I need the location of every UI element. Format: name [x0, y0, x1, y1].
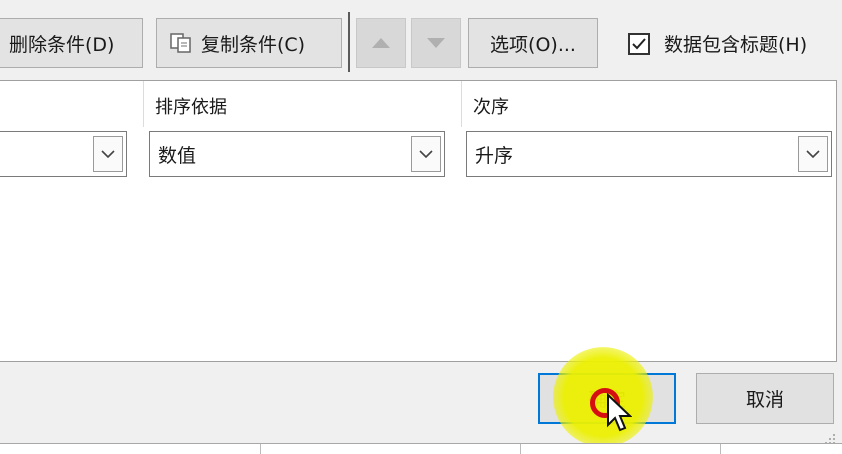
delete-condition-button[interactable]: 删除条件(D) — [0, 18, 143, 68]
mouse-pointer-icon — [607, 393, 632, 432]
sort-basis-header: 排序依据 — [155, 97, 227, 118]
sort-basis-dropdown[interactable] — [411, 136, 441, 172]
options-label: 选项(O)... — [490, 33, 576, 56]
cancel-button[interactable]: 取消 — [696, 373, 834, 424]
sort-basis-value: 数值 — [158, 145, 197, 167]
options-button[interactable]: 选项(O)... — [468, 18, 598, 68]
arrow-down-icon — [427, 38, 445, 48]
copy-condition-button[interactable]: 复制条件(C) — [156, 18, 342, 68]
has-headers-label: 数据包含标题(H) — [664, 34, 808, 56]
chevron-down-icon — [806, 150, 820, 158]
sort-toolbar: 删除条件(D) 复制条件(C) 选项(O)... 数据包含标题(H) — [0, 0, 842, 78]
has-headers-checkbox[interactable] — [628, 32, 650, 55]
column-divider — [143, 81, 144, 127]
sort-column-dropdown[interactable] — [93, 136, 123, 172]
order-header: 次序 — [473, 97, 509, 118]
checkmark-icon — [632, 37, 646, 49]
chevron-down-icon — [419, 150, 433, 158]
copy-condition-label: 复制条件(C) — [201, 33, 306, 56]
order-dropdown[interactable] — [798, 136, 828, 172]
sort-basis-select[interactable]: 数值 — [149, 131, 445, 177]
move-up-button[interactable] — [356, 18, 406, 68]
chevron-down-icon — [101, 150, 115, 158]
has-headers-checkbox-row[interactable]: 数据包含标题(H) — [628, 30, 807, 57]
sort-column-select[interactable] — [0, 131, 127, 177]
order-select[interactable]: 升序 — [466, 131, 832, 177]
column-divider — [461, 81, 462, 127]
copy-icon — [170, 33, 191, 53]
worksheet-behind — [0, 443, 842, 454]
delete-condition-label: 删除条件(D) — [9, 33, 115, 56]
order-value: 升序 — [475, 145, 514, 167]
move-down-button[interactable] — [411, 18, 461, 68]
cancel-label: 取消 — [745, 389, 784, 411]
arrow-up-icon — [372, 38, 390, 48]
sort-conditions-list: 排序依据 次序 数值 升序 — [0, 80, 837, 362]
toolbar-separator — [348, 12, 350, 72]
